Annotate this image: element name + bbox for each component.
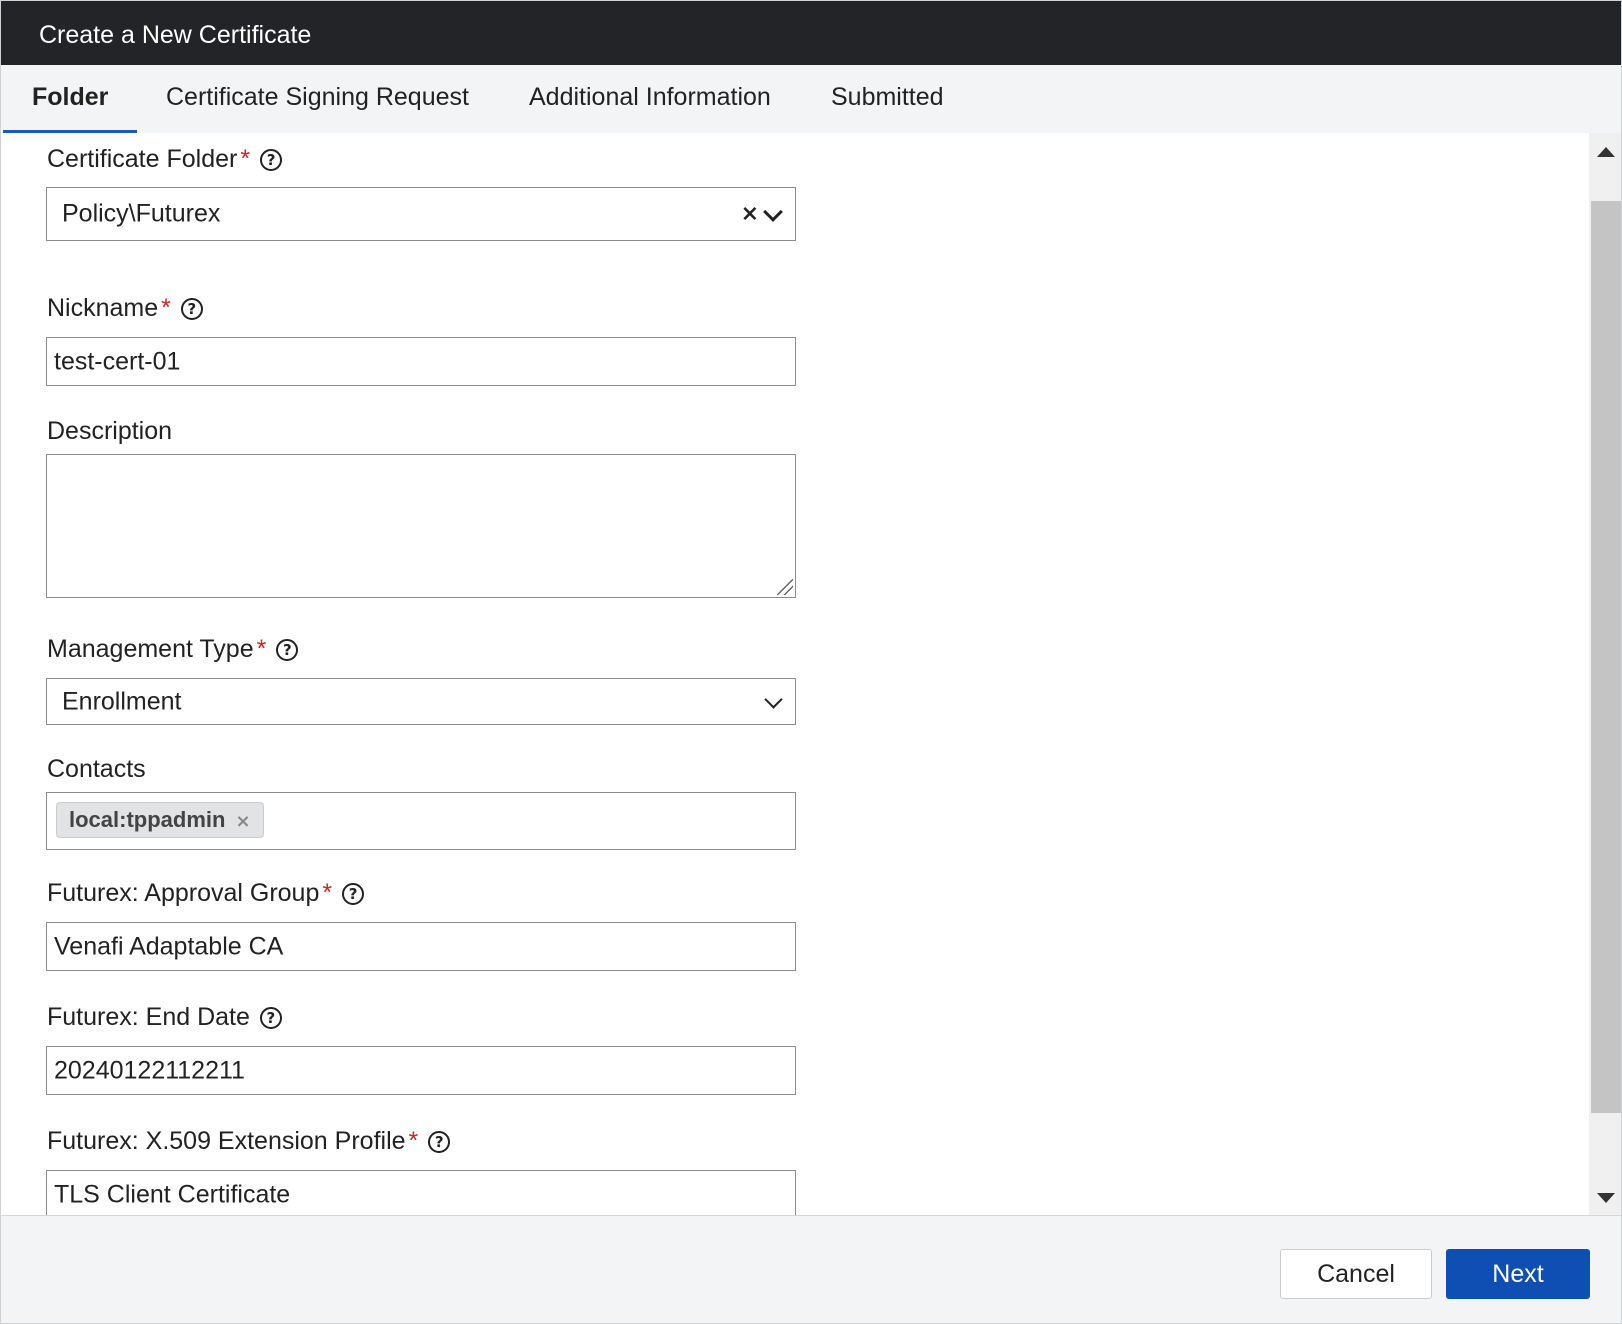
- form-content: Certificate Folder *? Policy\Futurex × Ni…: [1, 133, 1589, 1215]
- remove-chip-icon[interactable]: ×: [235, 811, 250, 832]
- approval-group-label: Futurex: Approval Group *?: [47, 878, 365, 908]
- help-icon[interactable]: ?: [276, 639, 299, 661]
- end-date-label: Futurex: End Date?: [47, 1002, 282, 1032]
- scroll-down-icon[interactable]: [1597, 1193, 1615, 1203]
- extension-profile-value: TLS Client Certificate: [54, 1180, 291, 1208]
- help-icon[interactable]: ?: [342, 883, 365, 905]
- dialog-titlebar: Create a New Certificate: [1, 1, 1621, 65]
- management-type-label: Management Type *?: [47, 634, 299, 664]
- next-button[interactable]: Next: [1446, 1249, 1590, 1299]
- approval-group-input[interactable]: Venafi Adaptable CA: [46, 922, 796, 971]
- nickname-label: Nickname *?: [47, 293, 203, 323]
- tab-additional-information[interactable]: Additional Information: [529, 65, 771, 133]
- vertical-scrollbar[interactable]: [1589, 133, 1621, 1215]
- end-date-label-text: Futurex: End Date: [47, 1003, 250, 1031]
- management-type-value: Enrollment: [62, 687, 182, 715]
- tab-folder[interactable]: Folder: [3, 65, 137, 133]
- contact-chip-label: local:tppadmin: [69, 807, 226, 832]
- required-marker: *: [161, 294, 171, 322]
- extension-profile-input[interactable]: TLS Client Certificate: [46, 1170, 796, 1215]
- approval-group-label-text: Futurex: Approval Group: [47, 879, 320, 907]
- tab-certificate-signing-request[interactable]: Certificate Signing Request: [166, 65, 469, 133]
- certificate-folder-select[interactable]: Policy\Futurex ×: [46, 187, 796, 241]
- certificate-folder-value: Policy\Futurex: [62, 199, 221, 228]
- dialog-title: Create a New Certificate: [39, 21, 312, 49]
- new-certificate-dialog: Create a New Certificate Folder Certific…: [0, 0, 1622, 1324]
- contact-chip: local:tppadmin ×: [56, 802, 264, 838]
- chevron-down-icon[interactable]: [764, 690, 783, 709]
- help-icon[interactable]: ?: [259, 1007, 282, 1029]
- description-textarea[interactable]: [46, 454, 796, 598]
- required-marker: *: [240, 145, 251, 173]
- help-icon[interactable]: ?: [428, 1131, 451, 1153]
- help-icon[interactable]: ?: [180, 298, 203, 320]
- end-date-value: 20240122112211: [54, 1056, 245, 1084]
- contacts-label: Contacts: [47, 755, 146, 783]
- description-label: Description: [47, 417, 173, 445]
- nickname-label-text: Nickname: [47, 294, 159, 322]
- clear-icon[interactable]: ×: [741, 202, 759, 227]
- extension-profile-label: Futurex: X.509 Extension Profile *?: [47, 1126, 451, 1156]
- nickname-input[interactable]: test-cert-01: [46, 337, 796, 386]
- extension-profile-label-text: Futurex: X.509 Extension Profile: [47, 1127, 406, 1155]
- certificate-folder-label: Certificate Folder *?: [47, 144, 283, 174]
- help-icon[interactable]: ?: [260, 149, 283, 171]
- nickname-value: test-cert-01: [54, 347, 181, 375]
- required-marker: *: [408, 1127, 419, 1155]
- certificate-folder-label-text: Certificate Folder: [47, 145, 238, 173]
- contacts-input[interactable]: local:tppadmin ×: [46, 792, 796, 850]
- chevron-down-icon[interactable]: [763, 202, 783, 222]
- dialog-footer: Cancel Next: [1, 1215, 1621, 1323]
- end-date-input[interactable]: 20240122112211: [46, 1046, 796, 1095]
- tab-submitted[interactable]: Submitted: [831, 65, 944, 133]
- scroll-up-icon[interactable]: [1597, 147, 1615, 157]
- scroll-thumb[interactable]: [1591, 201, 1621, 1113]
- wizard-tabs: Folder Certificate Signing Request Addit…: [1, 65, 1621, 133]
- required-marker: *: [256, 635, 267, 663]
- approval-group-value: Venafi Adaptable CA: [54, 932, 284, 960]
- resize-handle-icon[interactable]: [777, 579, 793, 595]
- cancel-button[interactable]: Cancel: [1280, 1249, 1432, 1299]
- required-marker: *: [322, 879, 333, 907]
- management-type-select[interactable]: Enrollment: [46, 678, 796, 725]
- management-type-label-text: Management Type: [47, 635, 254, 663]
